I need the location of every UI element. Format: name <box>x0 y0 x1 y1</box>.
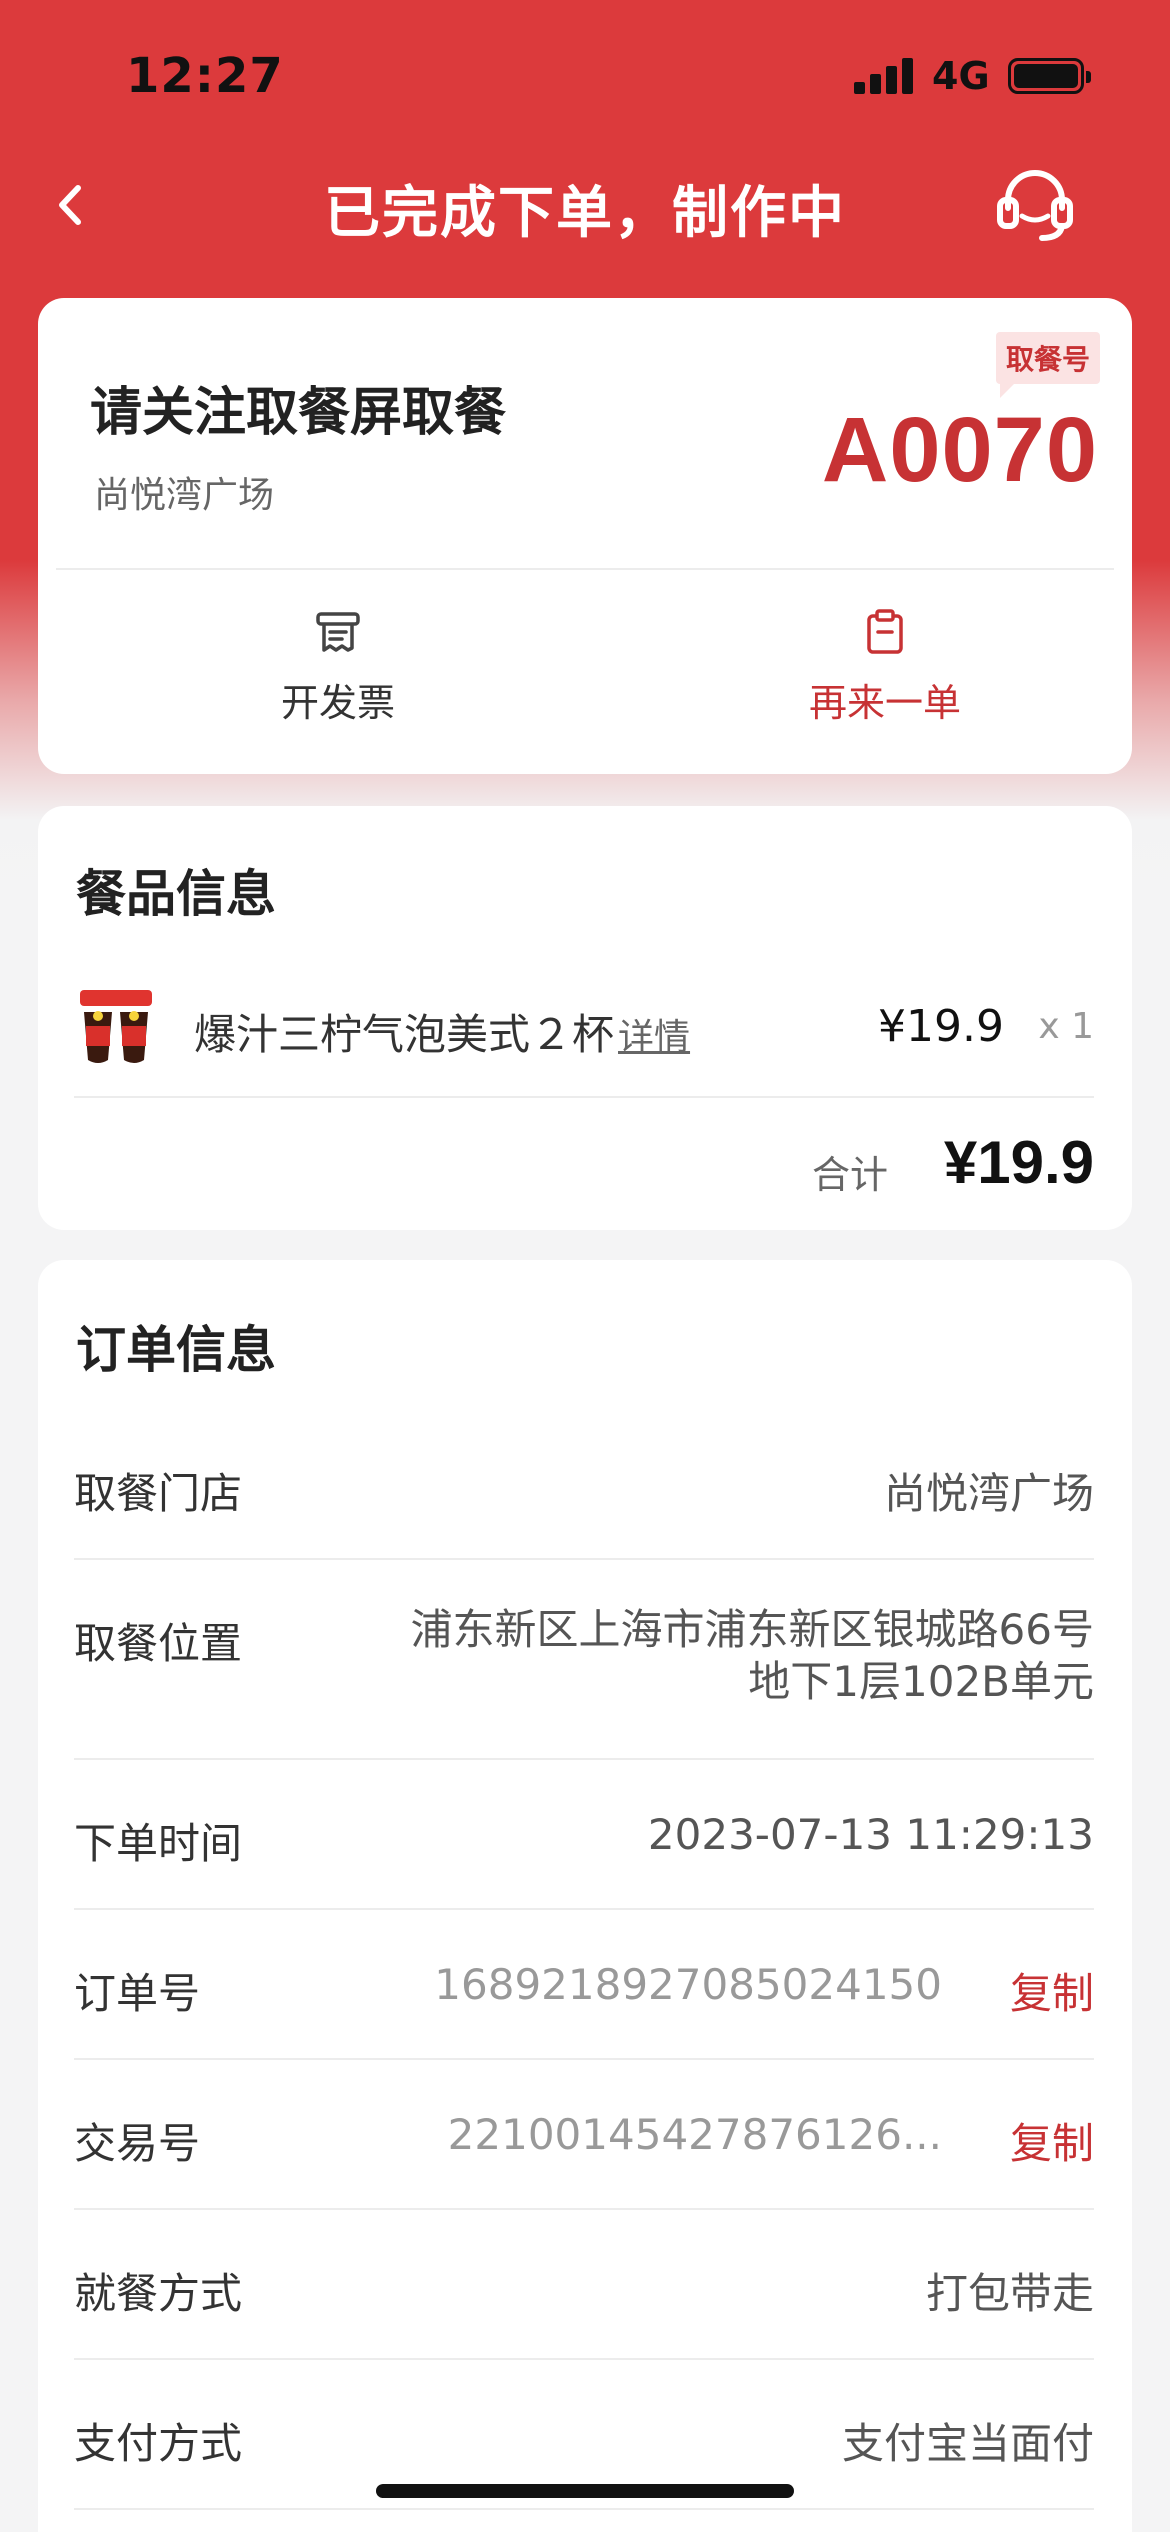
divider <box>74 1096 1094 1098</box>
reorder-button[interactable]: 再来一单 <box>735 608 1035 727</box>
total-amount: ¥19.9 <box>943 1129 1094 1196</box>
food-info-card: 餐品信息 爆汁三柠气泡美式２杯 详情 ¥19.9 x 1 合计 ¥19.9 <box>38 806 1132 1230</box>
pickup-number-badge: 取餐号 <box>995 332 1100 398</box>
network-type: 4G <box>932 54 990 98</box>
home-indicator <box>376 2484 794 2498</box>
status-time: 12:27 <box>126 48 284 104</box>
order-info-card: 订单信息 取餐门店 尚悦湾广场 取餐位置 浦东新区上海市浦东新区银城路66号地下… <box>38 1260 1132 2532</box>
food-item-price: ¥19.9 <box>878 1001 1004 1052</box>
receipt-icon <box>316 612 360 652</box>
row-label: 下单时间 <box>74 1819 243 1868</box>
food-item-name: 爆汁三柠气泡美式２杯 详情 <box>194 1001 690 1062</box>
copy-transaction-number-button[interactable]: 复制 <box>1010 2110 1094 2171</box>
row-label: 取餐位置 <box>74 1619 243 1668</box>
order-row-location: 取餐位置 浦东新区上海市浦东新区银城路66号地下1层102B单元 <box>74 1560 1094 1760</box>
invoice-button[interactable]: 开发票 <box>188 608 488 727</box>
pickup-store: 尚悦湾广场 <box>94 475 275 516</box>
order-section-title: 订单信息 <box>76 1321 276 1379</box>
order-row-dining-method: 就餐方式 打包带走 <box>74 2210 1094 2360</box>
food-detail-link[interactable]: 详情 <box>618 1017 690 1058</box>
product-image <box>74 986 158 1070</box>
status-bar: 12:27 4G <box>0 0 1170 150</box>
headset-icon <box>997 170 1073 241</box>
customer-service-button[interactable] <box>990 160 1080 250</box>
reorder-label: 再来一单 <box>808 681 961 725</box>
order-row-store: 取餐门店 尚悦湾广场 <box>74 1410 1094 1560</box>
signal-icon <box>854 58 914 94</box>
copy-order-number-button[interactable]: 复制 <box>1010 1960 1094 2021</box>
order-row-transaction-number: 交易号 22100145427876126... 复制 <box>74 2060 1094 2210</box>
pickup-card: 请关注取餐屏取餐 尚悦湾广场 取餐号 A0070 开发票 再来一单 <box>38 298 1132 774</box>
row-label: 交易号 <box>74 2119 201 2168</box>
order-row-order-number: 订单号 1689218927085024150 复制 <box>74 1910 1094 2060</box>
row-label: 订单号 <box>74 1969 201 2018</box>
pickup-number: A0070 <box>821 399 1098 501</box>
row-value: 打包带走 <box>925 2269 1094 2318</box>
food-section-title: 餐品信息 <box>76 865 276 923</box>
row-value: 浦东新区上海市浦东新区银城路66号地下1层102B单元 <box>410 1605 1094 1706</box>
row-value: 2023-07-13 11:29:13 <box>647 1810 1094 1859</box>
divider <box>56 568 1114 570</box>
food-item-qty: x 1 <box>1038 1006 1094 1047</box>
order-info-list: 取餐门店 尚悦湾广场 取餐位置 浦东新区上海市浦东新区银城路66号地下1层102… <box>74 1410 1094 2510</box>
order-row-time: 下单时间 2023-07-13 11:29:13 <box>74 1760 1094 1910</box>
row-label: 取餐门店 <box>74 1469 243 1518</box>
pickup-heading: 请关注取餐屏取餐 <box>90 383 507 443</box>
row-label: 就餐方式 <box>74 2269 243 2318</box>
row-value: 1689218927085024150 <box>434 1960 942 2009</box>
nav-bar: 已完成下单，制作中 <box>0 150 1170 260</box>
app-root: 12:27 4G 已完成下单，制作中 请关注取餐屏取餐 尚悦湾广场 取餐号 A0… <box>0 0 1170 2532</box>
total-label: 合计 <box>812 1153 889 1197</box>
row-value: 支付宝当面付 <box>841 2419 1094 2468</box>
row-label: 支付方式 <box>74 2419 243 2468</box>
row-value: 22100145427876126... <box>447 2110 942 2159</box>
row-value: 尚悦湾广场 <box>883 1469 1094 1518</box>
food-name-text: 爆汁三柠气泡美式２杯 <box>194 1010 615 1059</box>
invoice-label: 开发票 <box>280 681 395 725</box>
clipboard-icon <box>867 609 903 654</box>
battery-icon <box>1008 58 1091 94</box>
